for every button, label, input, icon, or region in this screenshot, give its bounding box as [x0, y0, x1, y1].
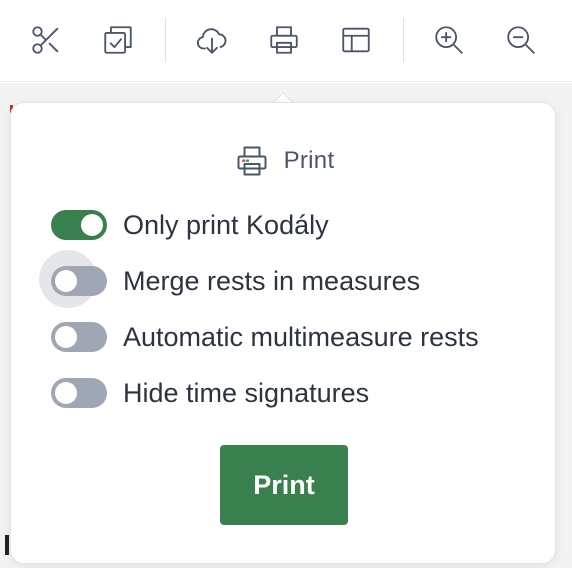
option-label: Automatic multimeasure rests — [123, 321, 479, 352]
print-button[interactable]: Print — [220, 445, 348, 525]
option-label: Merge rests in measures — [123, 265, 421, 296]
option-hide-time-signatures[interactable]: Hide time signatures — [51, 373, 369, 413]
option-label: Only print Kodály — [123, 209, 329, 240]
zoom-out-icon[interactable] — [503, 22, 539, 58]
toggle-knob — [55, 326, 77, 348]
cloud-download-icon[interactable] — [194, 22, 230, 58]
toggle-knob — [55, 382, 77, 404]
zoom-in-icon[interactable] — [431, 22, 467, 58]
layout-icon[interactable] — [338, 22, 374, 58]
printer-icon[interactable] — [266, 22, 302, 58]
copy-check-icon[interactable] — [100, 22, 136, 58]
option-automatic-multimeasure-rests[interactable]: Automatic multimeasure rests — [51, 317, 479, 357]
printer-color-icon — [237, 146, 267, 176]
merge-rests-toggle[interactable] — [39, 250, 107, 308]
toolbar-separator — [165, 18, 166, 62]
option-merge-rests[interactable]: Merge rests in measures — [39, 250, 421, 308]
print-popover: Print Only print Kodály Merge rests in m… — [10, 102, 556, 564]
scissors-icon[interactable] — [28, 22, 64, 58]
print-panel-title: Print — [283, 147, 335, 174]
print-panel-header: Print — [11, 143, 557, 179]
toolbar — [0, 0, 572, 82]
hide-time-signatures-toggle[interactable] — [51, 378, 107, 408]
automatic-multimeasure-rests-toggle[interactable] — [51, 322, 107, 352]
option-label: Hide time signatures — [123, 377, 370, 408]
only-print-kodaly-toggle[interactable] — [51, 210, 107, 240]
toolbar-separator — [403, 18, 404, 62]
document-edge-mark — [5, 535, 9, 555]
toggle-knob — [55, 270, 77, 292]
option-only-print-kodaly[interactable]: Only print Kodály — [51, 205, 329, 245]
toggle-knob — [81, 214, 103, 236]
